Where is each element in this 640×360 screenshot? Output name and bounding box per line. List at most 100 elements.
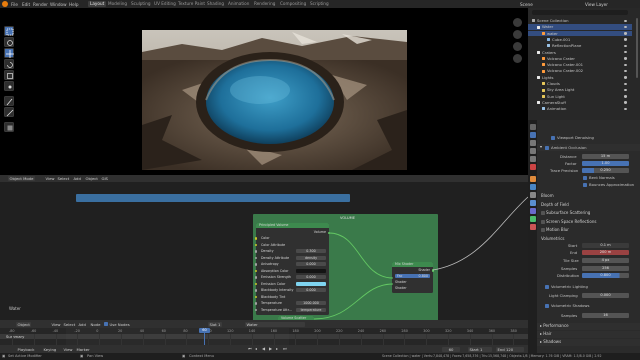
outliner-row[interactable]: Water bbox=[528, 24, 632, 30]
transform-tool-icon[interactable] bbox=[4, 81, 14, 91]
visibility-eye-icon[interactable] bbox=[624, 44, 627, 48]
timeline-view-menu[interactable]: View bbox=[62, 347, 74, 352]
outliner-row[interactable]: Volcano Crater.002 bbox=[528, 68, 632, 74]
object-tab-icon[interactable] bbox=[529, 176, 536, 182]
node-menu-node[interactable]: Node bbox=[89, 322, 102, 327]
outliner-row[interactable]: Scene Collection bbox=[528, 18, 632, 24]
render-tab-icon[interactable] bbox=[529, 132, 536, 138]
outliner-row[interactable]: Volcano Crater bbox=[528, 56, 632, 62]
tab-rendering[interactable]: Rendering bbox=[252, 1, 277, 7]
world-tab-icon[interactable] bbox=[529, 164, 536, 170]
measure-tool-icon[interactable] bbox=[4, 107, 14, 117]
annotate-tool-icon[interactable] bbox=[4, 96, 14, 106]
tab-modeling[interactable]: Modeling bbox=[106, 1, 129, 7]
volumetric-lighting-checkbox[interactable] bbox=[545, 284, 549, 289]
visibility-eye-icon[interactable] bbox=[624, 25, 627, 29]
outliner-row[interactable]: Sun Light bbox=[528, 94, 632, 100]
volumetric-shadows-checkbox[interactable] bbox=[545, 303, 549, 308]
viewport-denoising-checkbox[interactable] bbox=[551, 136, 555, 140]
ambient-occlusion-checkbox[interactable] bbox=[545, 145, 549, 150]
visibility-eye-icon[interactable] bbox=[624, 19, 627, 22]
end-frame-field[interactable]: End 120 bbox=[496, 346, 524, 352]
tab-layout[interactable]: Layout bbox=[88, 1, 107, 7]
tab-uv-editing[interactable]: UV Editing bbox=[152, 1, 178, 7]
menu-gis[interactable]: GIS bbox=[100, 176, 109, 181]
blender-logo-icon[interactable] bbox=[2, 1, 8, 7]
physics-tab-icon[interactable] bbox=[529, 200, 536, 206]
visibility-eye-icon[interactable] bbox=[624, 95, 627, 98]
playback-menu[interactable]: Playback bbox=[16, 347, 36, 352]
data-tab-icon[interactable] bbox=[529, 216, 536, 222]
ao-distance-field[interactable]: 15 m bbox=[582, 154, 629, 159]
render-viewport[interactable] bbox=[0, 8, 528, 182]
render-section-depth-of-field[interactable]: Depth of Field bbox=[537, 201, 640, 208]
keying-menu[interactable]: Keying bbox=[42, 347, 58, 352]
performance-section[interactable]: ▸ Performance bbox=[537, 323, 640, 330]
outliner-row[interactable]: water bbox=[528, 30, 632, 37]
cursor-tool-icon[interactable] bbox=[4, 37, 14, 47]
outliner-row[interactable]: CameraStuff bbox=[528, 100, 632, 106]
tool-tab-icon[interactable] bbox=[529, 124, 536, 130]
tab-animation[interactable]: Animation bbox=[226, 1, 251, 7]
vol-samples-field[interactable]: 256 bbox=[582, 266, 629, 271]
ao-trace-precision-field[interactable]: 0.250 bbox=[582, 168, 629, 173]
particles-tab-icon[interactable] bbox=[529, 192, 536, 198]
hair-section[interactable]: ▸ Hair bbox=[537, 331, 640, 338]
view-layer-tab-icon[interactable] bbox=[529, 148, 536, 154]
constraints-tab-icon[interactable] bbox=[529, 208, 536, 214]
render-section-bloom[interactable]: Bloom bbox=[537, 193, 640, 200]
material-selector[interactable]: Water bbox=[245, 321, 305, 327]
tab-sculpting[interactable]: Sculpting bbox=[129, 1, 153, 7]
current-frame-field[interactable]: 60 bbox=[442, 346, 460, 352]
section-checkbox[interactable] bbox=[541, 219, 545, 224]
render-section-volumetrics[interactable]: Volumetrics bbox=[537, 235, 640, 242]
tab-scripting[interactable]: Scripting bbox=[308, 1, 331, 7]
prev-key-icon[interactable]: ◂ bbox=[255, 345, 257, 353]
current-frame-badge[interactable]: 60 bbox=[199, 328, 210, 333]
node-menu-view[interactable]: View bbox=[50, 322, 62, 327]
menu-help[interactable]: Help bbox=[69, 2, 79, 7]
scene-tab-icon[interactable] bbox=[529, 156, 536, 162]
select-box-tool-icon[interactable] bbox=[4, 26, 14, 36]
menu-file[interactable]: File bbox=[11, 2, 18, 7]
outliner-row[interactable]: Clouds bbox=[528, 81, 632, 87]
play-icon[interactable]: ▶ bbox=[269, 345, 272, 353]
shadow-samples-field[interactable]: 16 bbox=[582, 313, 629, 318]
material-tab-icon[interactable] bbox=[529, 224, 536, 230]
node-menu-select[interactable]: Select bbox=[62, 322, 77, 327]
menu-render[interactable]: Render bbox=[33, 2, 48, 7]
render-section-screen-space-reflections[interactable]: Screen Space Reflections bbox=[537, 218, 640, 225]
marker-menu[interactable]: Marker bbox=[75, 347, 91, 352]
outliner-search-input[interactable] bbox=[532, 10, 628, 15]
ao-factor-field[interactable]: 1.00 bbox=[582, 161, 629, 166]
visibility-eye-icon[interactable] bbox=[624, 38, 627, 41]
perspective-gizmo-icon[interactable] bbox=[513, 54, 522, 63]
menu-edit[interactable]: Edit bbox=[22, 2, 30, 7]
outliner-row[interactable]: Lights bbox=[528, 75, 632, 81]
menu-view[interactable]: View bbox=[44, 176, 56, 181]
outliner-scrollbar[interactable] bbox=[636, 18, 638, 78]
timeline[interactable]: Summary -80-60-40-2002040608010012014016… bbox=[0, 328, 528, 353]
menu-select[interactable]: Select bbox=[56, 176, 71, 181]
menu-object[interactable]: Object bbox=[84, 176, 99, 181]
vol-distribution-field[interactable]: 0.800 bbox=[582, 273, 629, 278]
outliner-row[interactable]: Sky Area Light bbox=[528, 87, 632, 93]
vol-end-field[interactable]: 200 m bbox=[582, 250, 629, 255]
outliner-row[interactable]: Craters bbox=[528, 50, 632, 56]
add-cube-tool-icon[interactable] bbox=[4, 122, 14, 132]
tab-compositing[interactable]: Compositing bbox=[278, 1, 308, 7]
shadows-section[interactable]: ▸ Shadows bbox=[537, 339, 640, 346]
view-layer-selector[interactable]: View Layer bbox=[585, 2, 608, 7]
tab-texture-paint[interactable]: Texture Paint bbox=[176, 1, 207, 7]
modifier-tab-icon[interactable] bbox=[529, 184, 536, 190]
menu-window[interactable]: Window bbox=[50, 2, 67, 7]
vol-tile-size-dropdown[interactable]: 4 px bbox=[582, 258, 629, 263]
visibility-eye-icon[interactable] bbox=[624, 107, 627, 111]
section-checkbox[interactable] bbox=[541, 211, 545, 216]
visibility-eye-icon[interactable] bbox=[624, 101, 627, 104]
bent-normals-checkbox[interactable] bbox=[583, 176, 587, 180]
outliner-row[interactable]: Animation bbox=[528, 106, 632, 112]
jump-start-icon[interactable]: ⏮ bbox=[248, 345, 252, 353]
section-checkbox[interactable] bbox=[541, 228, 545, 233]
move-tool-icon[interactable] bbox=[4, 48, 14, 58]
